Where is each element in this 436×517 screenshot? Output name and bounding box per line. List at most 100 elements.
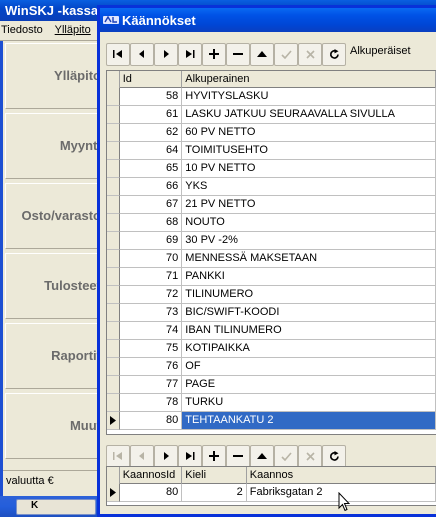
menu-yllapito[interactable]: Ylläpito	[55, 24, 91, 36]
translations-dialog: Käännökset Alkuperäiset Id Alkuperainen …	[97, 5, 436, 517]
cell-alkuperainen[interactable]: TURKU	[182, 394, 436, 412]
cell-id[interactable]: 74	[119, 322, 183, 340]
cell-id[interactable]: 69	[119, 232, 183, 250]
column-header-kieli[interactable]: Kieli	[182, 467, 247, 484]
cell-id[interactable]: 64	[119, 142, 183, 160]
table-row[interactable]: 61 LASKU JATKUU SEURAAVALLA SIVULLA	[107, 106, 436, 124]
table-row[interactable]: 64 TOIMITUSEHTO	[107, 142, 436, 160]
cell-id[interactable]: 80	[119, 412, 183, 430]
cell-id[interactable]: 73	[119, 304, 183, 322]
cell-alkuperainen[interactable]: NOUTO	[182, 214, 436, 232]
table-row[interactable]: 74 IBAN TILINUMERO	[107, 322, 436, 340]
column-header-id[interactable]: Id	[120, 71, 183, 88]
table-row[interactable]: 68 NOUTO	[107, 214, 436, 232]
dialog-title-bar[interactable]: Käännökset	[100, 8, 436, 32]
cell-alkuperainen[interactable]: IBAN TILINUMERO	[182, 322, 436, 340]
table-row[interactable]: 73 BIC/SWIFT-KOODI	[107, 304, 436, 322]
cell-alkuperainen[interactable]: TOIMITUSEHTO	[182, 142, 436, 160]
detail-delete-button[interactable]	[226, 444, 250, 468]
side-button-myynti[interactable]: Myynti	[5, 113, 103, 179]
cell-alkuperainen[interactable]: 10 PV NETTO	[182, 160, 436, 178]
detail-next-button[interactable]	[154, 444, 178, 468]
cell-alkuperainen[interactable]: TILINUMERO	[182, 286, 436, 304]
table-row[interactable]: 67 21 PV NETTO	[107, 196, 436, 214]
cell-id[interactable]: 70	[119, 250, 183, 268]
cell-alkuperainen[interactable]: HYVITYSLASKU	[182, 88, 436, 106]
cell-kieli[interactable]: 2	[182, 484, 247, 502]
cell-id[interactable]: 67	[119, 196, 183, 214]
table-row[interactable]: 62 60 PV NETTO	[107, 124, 436, 142]
edit-record-button[interactable]	[250, 42, 274, 66]
translations-grid[interactable]: Id Alkuperainen 58 HYVITYSLASKU 61 LASKU JA…	[106, 70, 436, 435]
cell-id[interactable]: 78	[119, 394, 183, 412]
table-row[interactable]: 80 TEHTAANKATU 2	[107, 412, 436, 430]
detail-edit-button[interactable]	[250, 444, 274, 468]
delete-record-button[interactable]	[226, 42, 250, 66]
detail-row[interactable]: 80 2 Fabriksgatan 2	[107, 484, 436, 502]
detail-cancel-button[interactable]	[298, 444, 322, 468]
cell-alkuperainen[interactable]: YKS	[182, 178, 436, 196]
cell-alkuperainen[interactable]: TEHTAANKATU 2	[182, 412, 436, 430]
cell-alkuperainen[interactable]: PANKKI	[182, 268, 436, 286]
detail-insert-button[interactable]	[202, 444, 226, 468]
side-button-tulosteet[interactable]: Tulosteet	[5, 253, 103, 319]
table-row[interactable]: 65 10 PV NETTO	[107, 160, 436, 178]
column-header-alkuperainen[interactable]: Alkuperainen	[182, 71, 436, 88]
cell-id[interactable]: 75	[119, 340, 183, 358]
detail-refresh-button[interactable]	[322, 444, 346, 468]
table-row[interactable]: 72 TILINUMERO	[107, 286, 436, 304]
next-record-button[interactable]	[154, 42, 178, 66]
table-row[interactable]: 66 YKS	[107, 178, 436, 196]
table-row[interactable]: 71 PANKKI	[107, 268, 436, 286]
cell-id[interactable]: 65	[119, 160, 183, 178]
table-row[interactable]: 77 PAGE	[107, 376, 436, 394]
cell-id[interactable]: 66	[119, 178, 183, 196]
side-button-yllapito[interactable]: Ylläpito	[5, 43, 103, 109]
detail-post-button[interactable]	[274, 444, 298, 468]
table-row[interactable]: 70 MENNESSÄ MAKSETAAN	[107, 250, 436, 268]
detail-first-button[interactable]	[106, 444, 130, 468]
cell-alkuperainen[interactable]: 30 PV -2%	[182, 232, 436, 250]
cancel-record-button[interactable]	[298, 42, 322, 66]
table-row[interactable]: 76 OF	[107, 358, 436, 376]
prior-record-button[interactable]	[130, 42, 154, 66]
side-button-osto-varasto[interactable]: Osto/varasto	[5, 183, 103, 249]
row-indicator	[107, 142, 120, 160]
cell-id[interactable]: 62	[119, 124, 183, 142]
detail-prior-button[interactable]	[130, 444, 154, 468]
cell-alkuperainen[interactable]: PAGE	[182, 376, 436, 394]
last-record-button[interactable]	[178, 42, 202, 66]
column-header-kaannosid[interactable]: KaannosId	[120, 467, 183, 484]
cell-alkuperainen[interactable]: 21 PV NETTO	[182, 196, 436, 214]
cell-alkuperainen[interactable]: BIC/SWIFT-KOODI	[182, 304, 436, 322]
column-header-kaannos[interactable]: Kaannos	[247, 467, 436, 484]
cell-id[interactable]: 72	[119, 286, 183, 304]
side-button-muut[interactable]: Muut	[5, 393, 103, 459]
cell-alkuperainen[interactable]: OF	[182, 358, 436, 376]
insert-record-button[interactable]	[202, 42, 226, 66]
table-row[interactable]: 78 TURKU	[107, 394, 436, 412]
refresh-button[interactable]	[322, 42, 346, 66]
post-record-button[interactable]	[274, 42, 298, 66]
cell-id[interactable]: 58	[119, 88, 183, 106]
cell-alkuperainen[interactable]: MENNESSÄ MAKSETAAN	[182, 250, 436, 268]
table-row[interactable]: 58 HYVITYSLASKU	[107, 88, 436, 106]
cell-alkuperainen[interactable]: LASKU JATKUU SEURAAVALLA SIVULLA	[182, 106, 436, 124]
cell-id[interactable]: 71	[119, 268, 183, 286]
detail-last-button[interactable]	[178, 444, 202, 468]
table-row[interactable]: 75 KOTIPAIKKA	[107, 340, 436, 358]
taskbar-button[interactable]: K	[16, 499, 96, 515]
cell-id[interactable]: 76	[119, 358, 183, 376]
cell-kaannosid[interactable]: 80	[119, 484, 183, 502]
menu-tiedosto[interactable]: Tiedosto	[1, 24, 43, 36]
app-icon	[103, 15, 119, 24]
cell-alkuperainen[interactable]: KOTIPAIKKA	[182, 340, 436, 358]
first-record-button[interactable]	[106, 42, 130, 66]
cell-alkuperainen[interactable]: 60 PV NETTO	[182, 124, 436, 142]
table-row[interactable]: 69 30 PV -2%	[107, 232, 436, 250]
cell-id[interactable]: 77	[119, 376, 183, 394]
translation-detail-grid[interactable]: KaannosId Kieli Kaannos 80 2 Fabriksgata…	[106, 466, 436, 506]
side-button-raportit[interactable]: Raportit	[5, 323, 103, 389]
cell-id[interactable]: 61	[119, 106, 183, 124]
cell-id[interactable]: 68	[119, 214, 183, 232]
